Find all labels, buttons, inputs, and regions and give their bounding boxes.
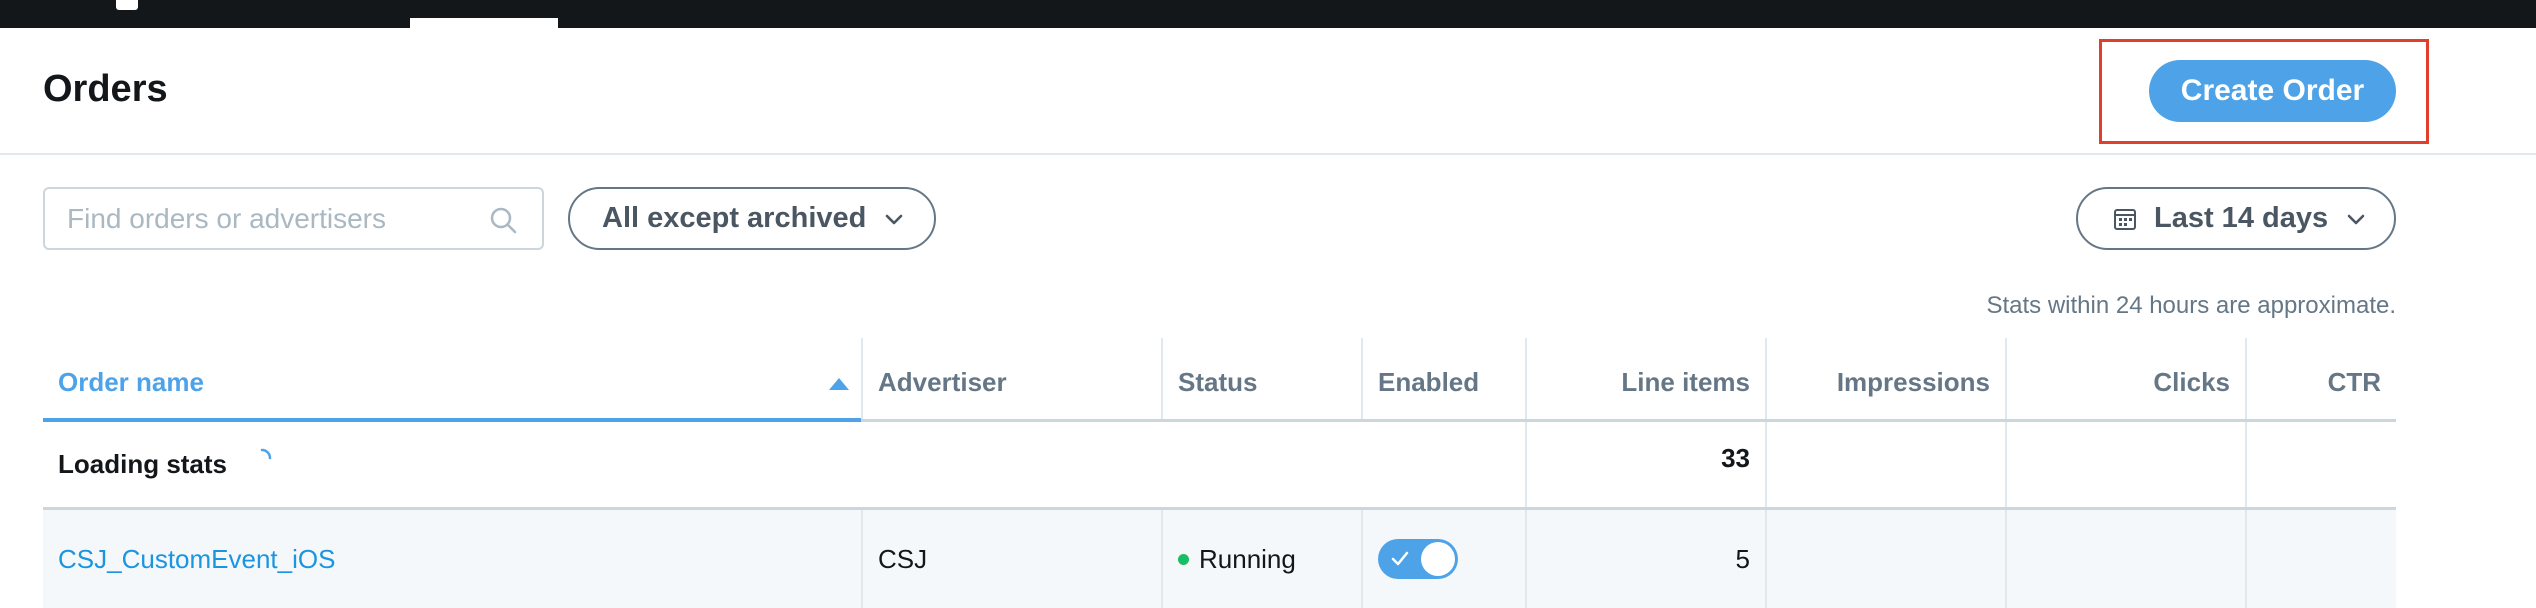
column-divider: [1765, 422, 1767, 507]
loading-stats-label: Loading stats: [58, 449, 228, 479]
column-header-status[interactable]: Status: [1163, 338, 1361, 419]
active-nav-tab-indicator: [410, 18, 558, 28]
clicks-cell: [2007, 510, 2245, 608]
line-items-cell: 5: [1735, 543, 1750, 574]
summary-row: Loading stats 33: [43, 422, 2396, 510]
status-cell: Running: [1163, 510, 1361, 608]
create-order-button[interactable]: Create Order: [2149, 60, 2396, 122]
ctr-cell: [2247, 510, 2396, 608]
status-filter-dropdown[interactable]: All except archived: [568, 187, 936, 250]
check-icon: [1391, 551, 1409, 566]
page-header: Orders Create Order: [0, 28, 2536, 155]
total-line-items: 33: [1721, 443, 1750, 473]
column-header-enabled[interactable]: Enabled: [1363, 338, 1525, 419]
column-header-advertiser[interactable]: Advertiser: [863, 338, 1161, 419]
column-divider: [2245, 422, 2247, 507]
running-status-dot: [1178, 553, 1189, 565]
column-header-order-name[interactable]: Order name: [43, 338, 861, 419]
search-box[interactable]: [43, 187, 544, 250]
column-divider: [2005, 422, 2007, 507]
table-row[interactable]: CSJ_CustomEvent_iOS CSJ Running 5: [43, 510, 2396, 608]
loading-spinner-icon: [260, 448, 272, 459]
column-header-impressions[interactable]: Impressions: [1767, 338, 2005, 419]
order-name-link[interactable]: CSJ_CustomEvent_iOS: [58, 544, 335, 575]
date-range-dropdown[interactable]: Last 14 days: [2076, 187, 2396, 250]
sort-ascending-icon[interactable]: [829, 378, 849, 390]
chevron-down-icon: [886, 214, 903, 224]
loading-stats-cell: Loading stats: [43, 422, 861, 507]
status-label: Running: [1199, 543, 1296, 574]
column-header-clicks[interactable]: Clicks: [2007, 338, 2245, 419]
advertiser-cell: CSJ: [878, 543, 928, 574]
top-nav-bar: [0, 0, 2536, 28]
column-header-ctr[interactable]: CTR: [2247, 338, 2396, 419]
search-input[interactable]: [67, 201, 487, 237]
chevron-down-icon: [2347, 214, 2365, 224]
search-icon[interactable]: [488, 205, 518, 235]
status-filter-label: All except archived: [602, 202, 867, 234]
enabled-cell: [1363, 510, 1525, 608]
date-range-label: Last 14 days: [2154, 202, 2329, 234]
column-header-line-items[interactable]: Line items: [1527, 338, 1765, 419]
logo[interactable]: [116, 0, 138, 10]
calendar-icon: [2114, 208, 2136, 230]
toggle-knob: [1421, 542, 1455, 576]
table-header-row: Order name Advertiser Status Enabled Lin…: [43, 338, 2396, 422]
impressions-cell: [1767, 510, 2005, 608]
stats-approximate-note: Stats within 24 hours are approximate.: [1986, 292, 2396, 319]
order-name-cell: CSJ_CustomEvent_iOS: [43, 510, 861, 608]
enabled-toggle[interactable]: [1378, 539, 1458, 579]
orders-table: Order name Advertiser Status Enabled Lin…: [43, 338, 2396, 608]
page-title: Orders: [43, 68, 168, 110]
